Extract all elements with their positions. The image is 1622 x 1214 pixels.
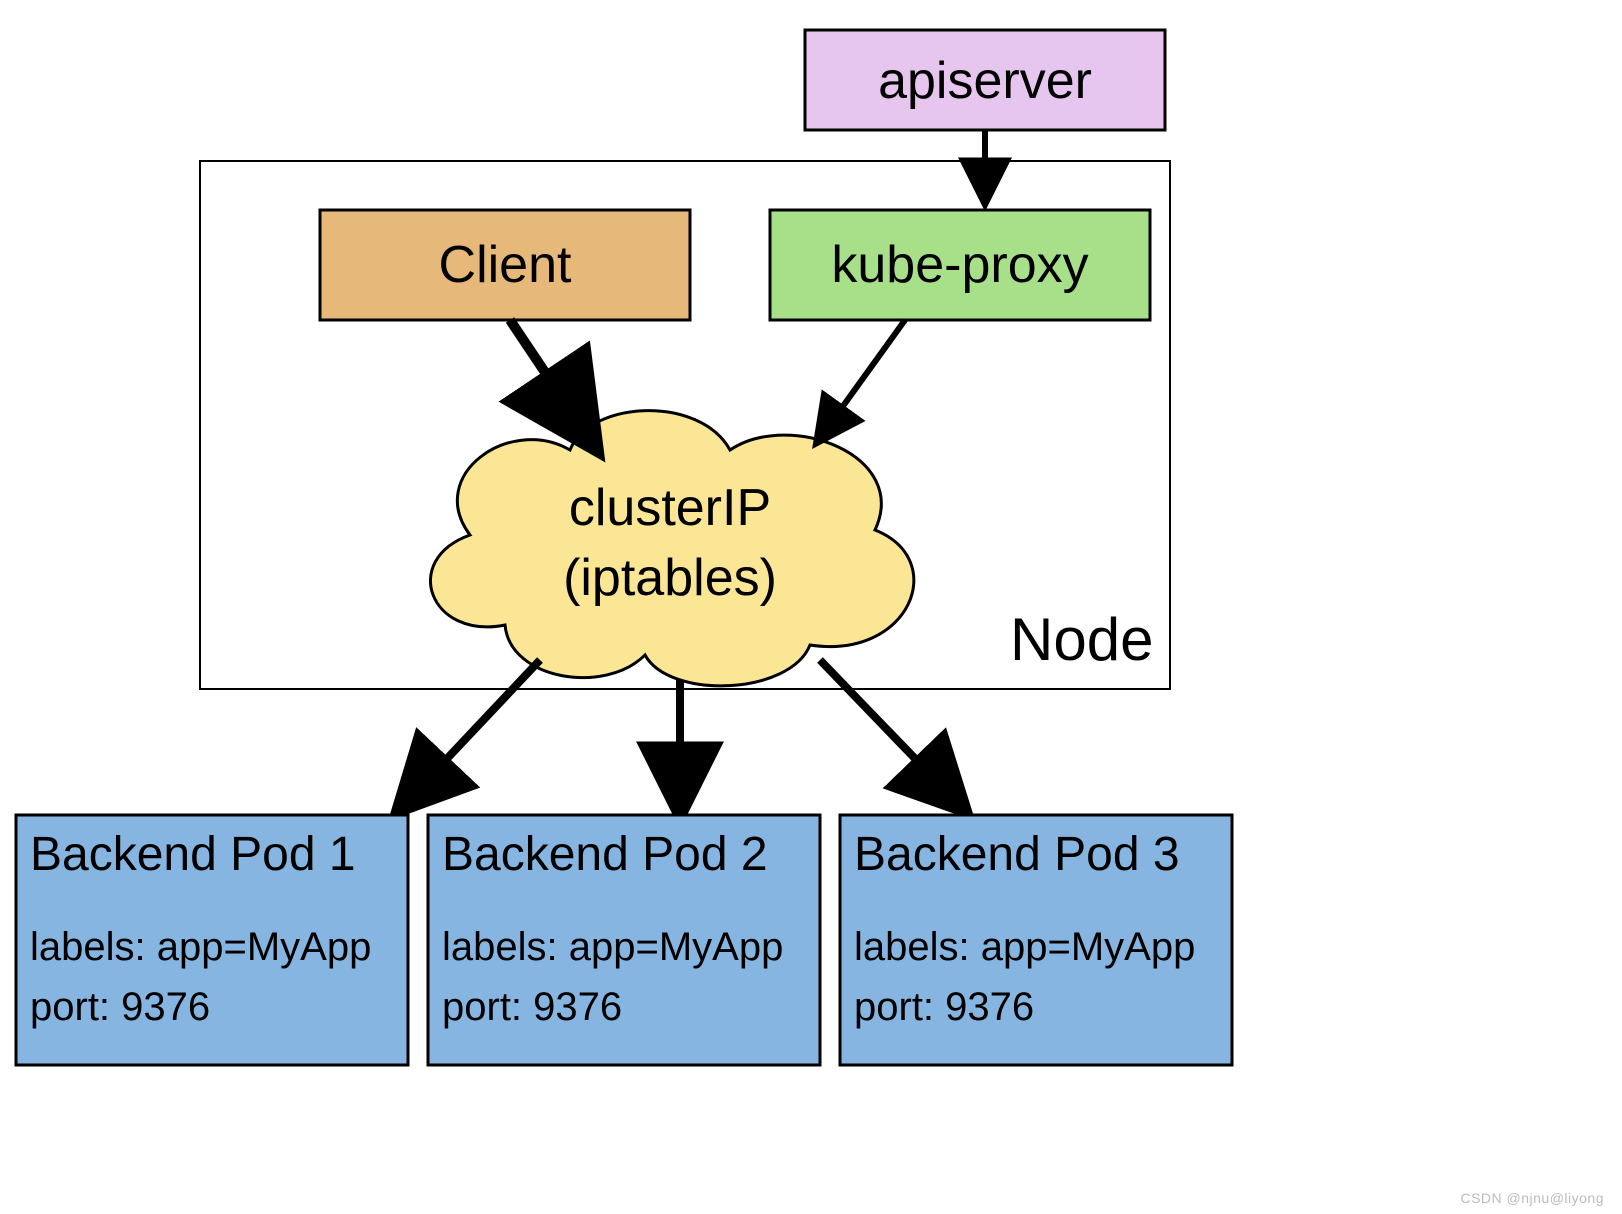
arrow-clusterip-to-pod1 [408,660,540,800]
pod-port-1: port: 9376 [30,985,210,1029]
pod-title-3: Backend Pod 3 [854,828,1180,881]
client-label: Client [439,236,572,294]
pod-labels-2: labels: app=MyApp [442,925,783,969]
pod-labels-3: labels: app=MyApp [854,925,1195,969]
pod-port-2: port: 9376 [442,985,622,1029]
arrow-client-to-clusterip [510,320,585,432]
pod-labels-1: labels: app=MyApp [30,925,371,969]
apiserver-label: apiserver [878,52,1092,110]
node-label: Node [1010,606,1153,673]
arrow-clusterip-to-pod3 [820,660,955,800]
clusterip-line2: (iptables) [563,549,777,607]
pod-port-3: port: 9376 [854,985,1034,1029]
pod-title-2: Backend Pod 2 [442,828,768,881]
kubeproxy-label: kube-proxy [831,236,1088,294]
pod-title-1: Backend Pod 1 [30,828,356,881]
clusterip-line1: clusterIP [569,479,771,537]
arrow-kubeproxy-to-clusterip [820,320,905,438]
watermark: CSDN @njnu@liyong [1460,1190,1604,1206]
